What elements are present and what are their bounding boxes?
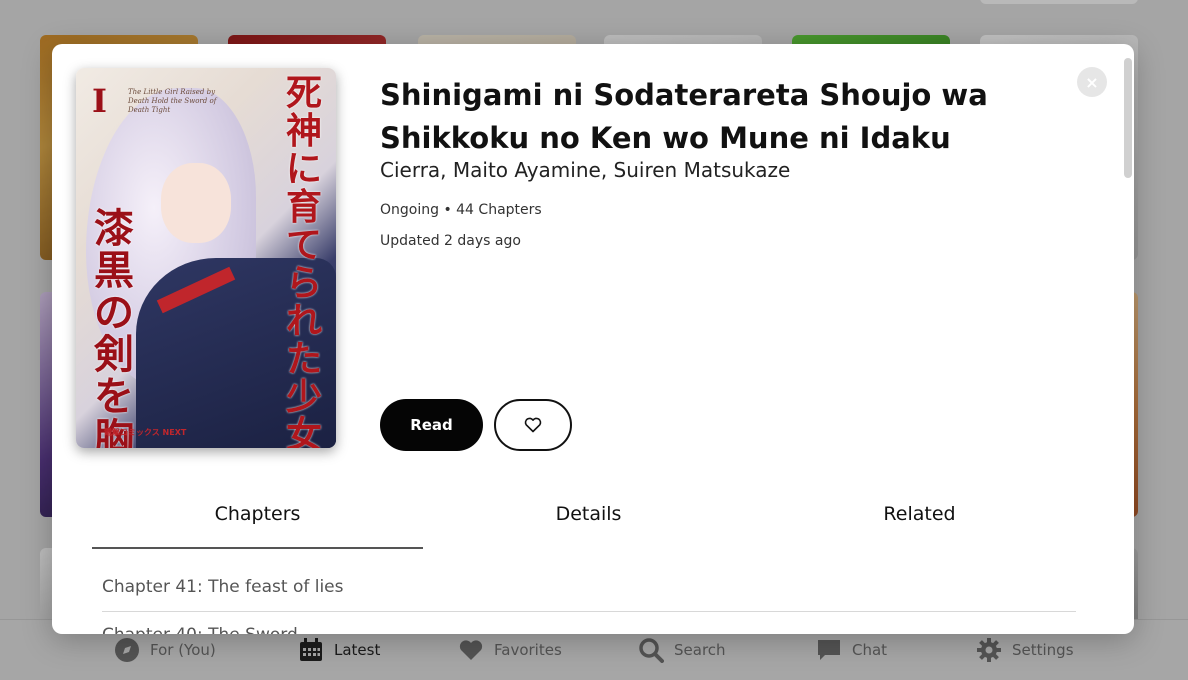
- cover-publisher: 電撃コミックス NEXT: [104, 428, 187, 437]
- favorite-button[interactable]: [494, 399, 572, 451]
- manga-status: Ongoing • 44 Chapters: [380, 202, 542, 218]
- tab-details[interactable]: Details: [423, 492, 754, 547]
- cover-volume: I: [92, 82, 107, 120]
- read-button[interactable]: Read: [380, 399, 483, 451]
- chapter-item[interactable]: Chapter 40: The Sword: [102, 612, 1076, 634]
- chapter-list: Chapter 41: The feast of lies Chapter 40…: [102, 564, 1076, 634]
- cover-title-kanji-bottom: 漆黒の剣を胸に抱く: [94, 205, 134, 449]
- close-icon: ×: [1085, 72, 1099, 92]
- manga-title: Shinigami ni Sodaterareta Shoujo wa Shik…: [380, 78, 988, 155]
- cover-title-kanji-top: 死神に育てられた少女は: [285, 72, 322, 448]
- tab-chapters[interactable]: Chapters: [92, 492, 423, 549]
- manga-authors: Cierra, Maito Ayamine, Suiren Matsukaze: [380, 158, 791, 182]
- chapter-item[interactable]: Chapter 41: The feast of lies: [102, 564, 1076, 612]
- tab-related[interactable]: Related: [754, 492, 1085, 547]
- manga-updated: Updated 2 days ago: [380, 233, 521, 249]
- detail-tabs: Chapters Details Related: [92, 492, 1085, 549]
- manga-cover-image: I The Little Girl Raised by Death Hold t…: [76, 68, 336, 448]
- heart-outline-icon: [524, 417, 542, 433]
- manga-detail-modal: I The Little Girl Raised by Death Hold t…: [52, 44, 1134, 634]
- modal-scrollbar[interactable]: [1124, 58, 1132, 178]
- cover-english-subtitle: The Little Girl Raised by Death Hold the…: [128, 88, 217, 114]
- close-button[interactable]: ×: [1077, 67, 1107, 97]
